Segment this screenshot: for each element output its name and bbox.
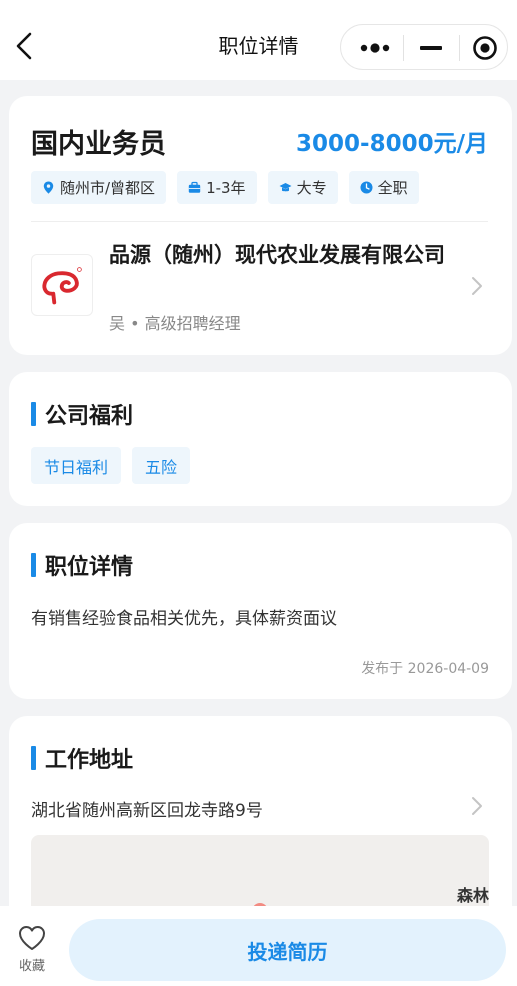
mini-program-capsule: [340, 24, 508, 70]
heart-icon: [19, 926, 45, 950]
chevron-right-icon[interactable]: [470, 276, 484, 296]
tag-education: 大专: [267, 171, 338, 204]
tag-label: 随州市/曾都区: [60, 179, 156, 197]
divider: [31, 221, 488, 222]
section-accent-bar: [31, 402, 36, 426]
section-title-text: 工作地址: [45, 748, 134, 773]
section-title: 公司福利: [31, 398, 133, 430]
close-target-icon[interactable]: [472, 35, 498, 61]
location-pin-icon: [43, 181, 54, 194]
company-name[interactable]: 品源（随州）现代农业发展有限公司: [109, 240, 459, 271]
publish-date: 发布于 2026-04-09: [361, 661, 489, 677]
job-description: 有销售经验食品相关优先，具体薪资面议: [31, 609, 337, 629]
section-accent-bar: [31, 746, 36, 770]
tag-experience: 1-3年: [177, 171, 257, 204]
favorite-button[interactable]: 收藏: [10, 924, 54, 974]
graduation-cap-icon: [279, 183, 292, 192]
benefits-card: 公司福利 节日福利 五险: [9, 372, 512, 506]
section-title: 工作地址: [31, 742, 133, 774]
more-dots-icon[interactable]: [359, 41, 391, 55]
job-title: 国内业务员: [31, 129, 166, 160]
chevron-right-icon[interactable]: [470, 796, 484, 816]
section-title-text: 公司福利: [45, 404, 134, 429]
capsule-divider: [459, 35, 460, 61]
section-title: 职位详情: [31, 549, 133, 581]
benefit-tag: 五险: [132, 447, 191, 484]
section-accent-bar: [31, 553, 36, 577]
tag-label: 全职: [377, 179, 408, 197]
tag-location: 随州市/曾都区: [31, 171, 167, 204]
section-title-text: 职位详情: [45, 555, 134, 580]
tag-label: 1-3年: [206, 179, 246, 197]
tag-label: 大专: [296, 179, 327, 197]
job-detail-card: 职位详情 有销售经验食品相关优先，具体薪资面议 发布于 2026-04-09: [9, 523, 512, 699]
bottom-action-bar: 收藏 投递简历: [0, 906, 517, 986]
benefit-tags: 节日福利 五险: [31, 447, 191, 484]
company-logo-mark: [42, 267, 82, 305]
clock-icon: [360, 181, 373, 194]
minimize-icon[interactable]: [420, 46, 442, 50]
salary: 3000-8000元/月: [296, 131, 488, 157]
capsule-divider: [403, 35, 404, 61]
briefcase-icon: [188, 181, 201, 193]
favorite-label: 收藏: [18, 959, 45, 974]
address-text[interactable]: 湖北省随州高新区回龙寺路9号: [31, 796, 263, 821]
job-summary-card: 国内业务员 3000-8000元/月 随州市/曾都区 1-3年 大专 全职 品源…: [9, 96, 512, 355]
company-logo[interactable]: [31, 254, 93, 316]
recruiter-info: 吴 • 高级招聘经理: [109, 314, 241, 333]
benefit-tag: 节日福利: [31, 447, 122, 484]
nav-bar: 职位详情: [0, 0, 517, 80]
map-place-label: 森林: [456, 886, 489, 905]
job-tags: 随州市/曾都区 1-3年 大专 全职: [31, 171, 419, 204]
apply-button[interactable]: 投递简历: [69, 919, 506, 981]
tag-job-type: 全职: [348, 171, 419, 204]
